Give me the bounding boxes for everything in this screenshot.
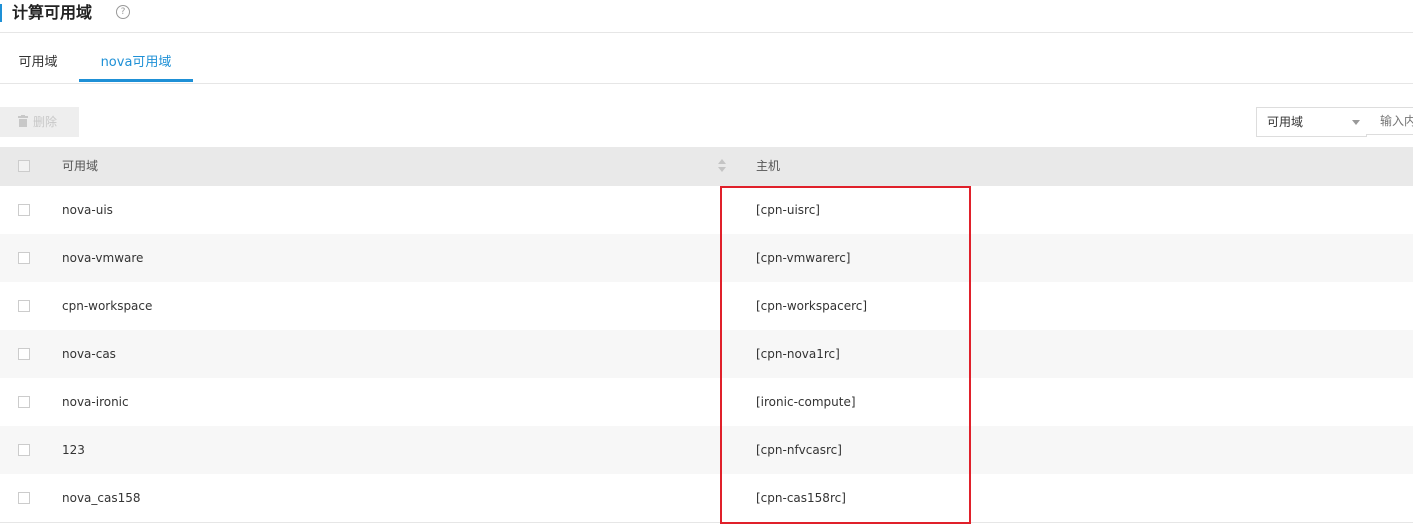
column-header-zone[interactable]: 可用域 [62,147,98,186]
host-cell: [cpn-vmwarerc] [756,251,851,265]
sort-icon[interactable] [718,159,727,173]
availability-zone-table: 可用域 主机 nova-uis [cpn-uisrc] nova-vmware … [0,147,1413,522]
filter-search-input[interactable] [1366,107,1413,135]
row-checkbox[interactable] [18,444,30,456]
tab-availability-zone[interactable]: 可用域 [0,33,76,82]
host-cell: [cpn-workspacerc] [756,299,868,313]
chevron-down-icon [1352,120,1360,125]
zone-cell: nova-cas [62,347,116,361]
table-row: nova-vmware [cpn-vmwarerc] [0,234,1413,282]
row-checkbox[interactable] [18,300,30,312]
zone-cell: nova_cas158 [62,491,141,505]
title-bar: 计算可用域 ? [0,0,1413,33]
row-checkbox[interactable] [18,348,30,360]
host-cell: [cpn-nova1rc] [756,347,840,361]
host-cell: [ironic-compute] [756,395,856,409]
trash-icon [18,115,28,127]
title-accent-bar [0,4,2,22]
table-bottom-divider [0,522,1413,523]
table-row: nova-cas [cpn-nova1rc] [0,330,1413,378]
row-checkbox[interactable] [18,204,30,216]
page-title: 计算可用域 [12,3,93,22]
table-row: nova-uis [cpn-uisrc] [0,186,1413,234]
tab-nova-availability-zone[interactable]: nova可用域 [79,33,193,82]
host-cell: [cpn-uisrc] [756,203,820,217]
row-checkbox[interactable] [18,492,30,504]
delete-button[interactable]: 删除 [0,107,79,137]
help-icon[interactable]: ? [116,5,130,19]
column-header-host: 主机 [756,159,781,173]
zone-cell: nova-uis [62,203,113,217]
filter-field-value: 可用域 [1267,115,1304,129]
table-row: cpn-workspace [cpn-workspacerc] [0,282,1413,330]
row-checkbox[interactable] [18,396,30,408]
delete-button-label: 删除 [33,115,58,129]
zone-cell: 123 [62,443,85,457]
select-all-checkbox[interactable] [18,160,30,172]
table-row: nova-ironic [ironic-compute] [0,378,1413,426]
host-cell: [cpn-nfvcasrc] [756,443,842,457]
row-checkbox[interactable] [18,252,30,264]
table-header: 可用域 主机 [0,147,1413,186]
table-row: 123 [cpn-nfvcasrc] [0,426,1413,474]
zone-cell: cpn-workspace [62,299,153,313]
zone-cell: nova-vmware [62,251,144,265]
zone-cell: nova-ironic [62,395,129,409]
host-cell: [cpn-cas158rc] [756,491,846,505]
table-row: nova_cas158 [cpn-cas158rc] [0,474,1413,522]
tab-bar: 可用域 nova可用域 [0,33,1413,84]
filter-field-select[interactable]: 可用域 [1256,107,1367,137]
